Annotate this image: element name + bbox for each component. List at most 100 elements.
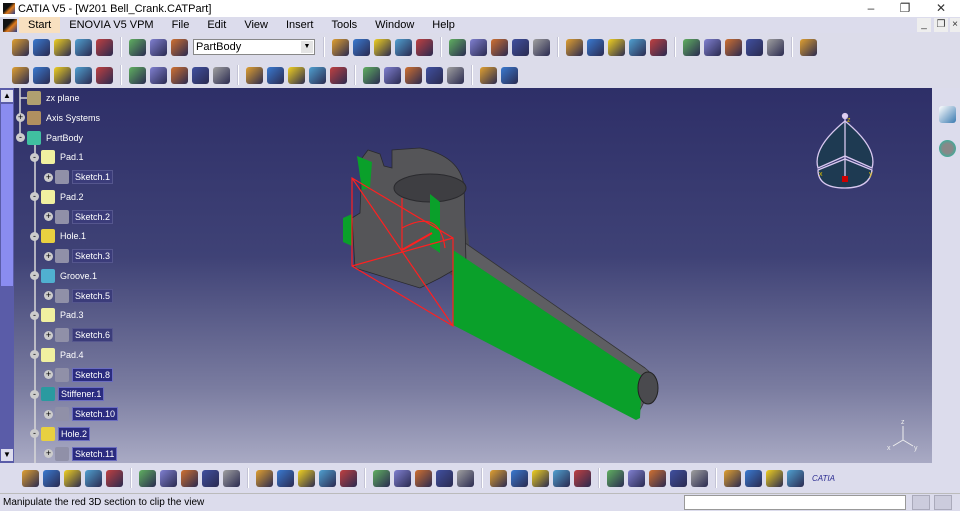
restore-button[interactable]: ❐ (890, 0, 920, 17)
remove-icon[interactable] (447, 66, 464, 84)
status-button-1[interactable] (912, 495, 930, 510)
lock-icon[interactable] (129, 66, 146, 84)
multi-view-icon[interactable] (607, 469, 624, 487)
tree-item-sketch-6[interactable]: + Sketch.6 (44, 326, 114, 344)
tree-expander[interactable]: + (44, 330, 53, 340)
3d-viewport[interactable]: ▲ ▼ z x y z x y zx plane + Axis Systems … (0, 88, 932, 463)
tree-expander[interactable]: + (44, 409, 53, 419)
fillet-icon[interactable] (512, 38, 529, 56)
tree-expander[interactable]: - (16, 133, 25, 142)
tree-item-sketch-10[interactable]: + Sketch.10 (44, 405, 119, 423)
menu-enovia[interactable]: ENOVIA V5 VPM (60, 17, 162, 33)
tree-expander[interactable]: - (30, 350, 39, 360)
cube-icon[interactable] (171, 38, 188, 56)
tree-item-sketch-3[interactable]: + Sketch.3 (44, 247, 114, 265)
sketch-edit-icon[interactable] (43, 469, 60, 487)
dropdown-arrow-icon[interactable]: ▼ (301, 41, 313, 53)
line-icon[interactable] (192, 66, 209, 84)
shading-icon[interactable] (745, 469, 762, 487)
analysis-icon[interactable] (246, 66, 263, 84)
tree-item-groove-1[interactable]: - Groove.1 (30, 267, 99, 285)
tree-item-pad-1[interactable]: - Pad.1 (30, 148, 86, 166)
add-body-icon[interactable] (426, 66, 443, 84)
formula-icon[interactable] (12, 66, 29, 84)
hide-show-icon[interactable] (670, 469, 687, 487)
doc-minimize-button[interactable]: _ (917, 18, 931, 32)
command-input[interactable] (684, 495, 906, 510)
print-icon[interactable] (160, 469, 177, 487)
pan-icon[interactable] (490, 469, 507, 487)
tree-item-pad-2[interactable]: - Pad.2 (30, 188, 86, 206)
shaft-icon[interactable] (374, 38, 391, 56)
shell-icon[interactable] (533, 38, 550, 56)
sketch-tools-icon[interactable] (64, 469, 81, 487)
pattern-icon[interactable] (683, 38, 700, 56)
hide-show-icon[interactable] (725, 38, 742, 56)
tree-expander[interactable]: - (30, 389, 39, 399)
redo-icon[interactable] (277, 469, 294, 487)
tree-expander[interactable]: + (44, 251, 53, 261)
tree-item-hole-2[interactable]: - Hole.2 (30, 425, 91, 443)
whats-this-icon[interactable] (298, 469, 315, 487)
sketch-icon[interactable] (491, 38, 508, 56)
tree-expander[interactable]: - (30, 271, 39, 281)
rib-icon[interactable] (449, 38, 466, 56)
paste-icon[interactable] (223, 469, 240, 487)
assemble-icon[interactable] (405, 66, 422, 84)
knowledge-icon[interactable] (129, 38, 146, 56)
split-icon[interactable] (309, 66, 326, 84)
groove-icon[interactable] (395, 38, 412, 56)
body-icon[interactable] (96, 38, 113, 56)
swap-space-icon[interactable] (691, 469, 708, 487)
tree-item-zx-plane[interactable]: zx plane (16, 89, 82, 107)
update-icon[interactable] (319, 469, 336, 487)
menu-tools[interactable]: Tools (322, 17, 366, 33)
isometric-view-icon[interactable] (628, 469, 645, 487)
catalog-icon[interactable] (288, 66, 305, 84)
zoom-in-icon[interactable] (532, 469, 549, 487)
inertia-icon[interactable] (415, 469, 432, 487)
menu-start[interactable]: Start (19, 17, 61, 33)
tree-expander[interactable]: + (44, 370, 53, 379)
tree-expander[interactable]: + (16, 113, 25, 123)
translate-icon[interactable] (650, 38, 667, 56)
thickness-icon[interactable] (566, 38, 583, 56)
menu-file[interactable]: File (163, 17, 199, 33)
tree-expander[interactable]: + (44, 172, 53, 182)
chamfer-icon[interactable] (608, 38, 625, 56)
point-icon[interactable] (171, 66, 188, 84)
plane-icon[interactable] (213, 66, 230, 84)
comment-icon[interactable] (33, 66, 50, 84)
tree-expander[interactable]: - (30, 192, 39, 202)
tree-item-sketch-1[interactable]: + Sketch.1 (44, 168, 114, 186)
tree-expander[interactable]: - (30, 310, 39, 320)
sketcher-icon[interactable] (939, 106, 956, 123)
minimize-button[interactable]: – (856, 0, 886, 17)
snap-icon[interactable] (800, 38, 817, 56)
parameters-icon[interactable] (150, 66, 167, 84)
body-selector-combo[interactable]: PartBody ▼ (193, 39, 315, 55)
intersect-icon[interactable] (480, 66, 497, 84)
tree-icon[interactable] (96, 66, 113, 84)
tree-expander[interactable]: + (44, 449, 53, 458)
cut-icon[interactable] (181, 469, 198, 487)
list-icon[interactable] (150, 38, 167, 56)
edge-fillet-icon[interactable] (629, 38, 646, 56)
open-icon[interactable] (106, 469, 123, 487)
material-library-icon[interactable] (787, 469, 804, 487)
tree-expander[interactable]: + (44, 291, 53, 300)
menu-view[interactable]: View (235, 17, 277, 33)
close-surface-icon[interactable] (363, 66, 380, 84)
measure-between-icon[interactable] (373, 469, 390, 487)
copy-icon[interactable] (202, 469, 219, 487)
tree-expander[interactable]: - (30, 231, 39, 241)
render-style-icon[interactable] (649, 469, 666, 487)
close-button[interactable]: ✕ (926, 0, 956, 17)
tree-item-sketch-5[interactable]: + Sketch.5 (44, 287, 114, 305)
axis-icon[interactable] (54, 38, 71, 56)
rotate-icon[interactable] (511, 469, 528, 487)
undo-icon[interactable] (256, 469, 273, 487)
menu-window[interactable]: Window (366, 17, 423, 33)
capture-icon[interactable] (340, 469, 357, 487)
grid-icon[interactable] (767, 38, 784, 56)
